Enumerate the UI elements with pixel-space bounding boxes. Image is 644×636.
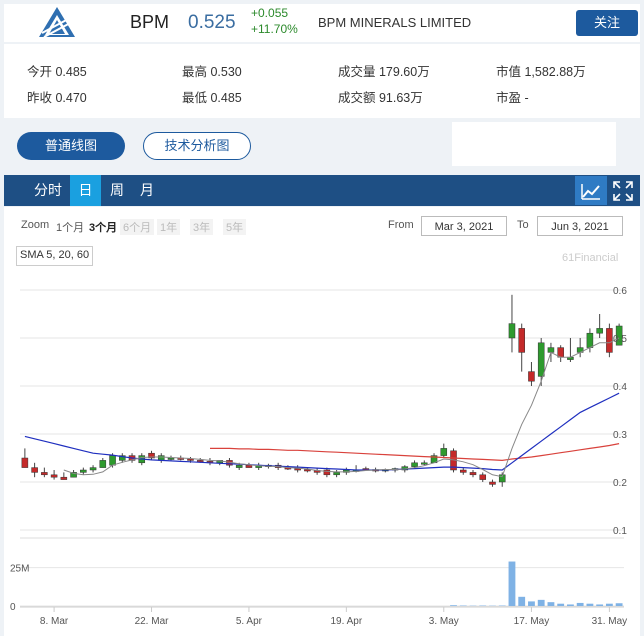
y-tick-label: 0.4 [613, 382, 627, 393]
candle-up [596, 328, 603, 334]
volume-bar [547, 602, 555, 606]
candle-up [235, 464, 243, 468]
x-tick-label: 31. May [592, 616, 628, 627]
y-tick-label: 0.6 [613, 286, 627, 297]
sma60-line [210, 443, 620, 462]
volume-bar [537, 599, 545, 606]
volume-bar [518, 596, 526, 606]
candle-down [245, 464, 253, 468]
candle-up [411, 462, 418, 467]
volume-bar [450, 605, 457, 606]
candle-down [50, 474, 58, 478]
volume-bar [596, 604, 604, 606]
y-tick-label: 0.5 [613, 334, 627, 345]
candle-up [333, 472, 340, 476]
candle-up [157, 455, 165, 461]
candle-down [469, 472, 477, 476]
y-tick-label: 0.2 [613, 478, 627, 489]
volume-tick-label: 25M [10, 564, 29, 575]
candle-down [31, 467, 38, 473]
candle-up [89, 467, 97, 471]
volume-bar [605, 603, 613, 606]
candle-up [508, 323, 516, 339]
volume-bar [567, 604, 574, 606]
x-tick-label: 17. May [514, 616, 550, 627]
volume-tick-label: 0 [10, 602, 16, 613]
x-tick-label: 19. Apr [331, 616, 363, 627]
x-tick-label: 22. Mar [135, 616, 170, 627]
candle-up [586, 332, 594, 348]
candle-down [479, 474, 487, 480]
x-tick-label: 5. Apr [236, 616, 263, 627]
candle-down [528, 371, 535, 382]
candlestick-chart: 0.6 0.5 0.4 0.3 0.2 0.1 25M 0 8. Mar 22. Mar 5. A… [10, 286, 628, 627]
x-tick-label: 3. May [429, 616, 459, 627]
candle-down [60, 476, 68, 480]
volume-bar [528, 601, 535, 606]
volume-bar [508, 561, 516, 606]
candle-up [537, 342, 545, 377]
candle-up [547, 347, 555, 353]
candle-down [489, 481, 496, 485]
candle-up [421, 462, 428, 465]
candle-down [459, 469, 467, 473]
candle-down [41, 472, 48, 476]
y-tick-label: 0.1 [613, 526, 627, 537]
candle-up [99, 460, 107, 468]
candle-down [518, 328, 525, 353]
candle-up [440, 448, 448, 456]
candle-up [80, 469, 87, 473]
volume-bar [557, 603, 565, 606]
y-tick-label: 0.3 [613, 430, 627, 441]
candle-up [109, 455, 116, 466]
x-tick-label: 8. Mar [40, 616, 69, 627]
volume-bar [586, 603, 594, 606]
candle-up [167, 457, 175, 460]
candle-down [21, 457, 29, 468]
candle-down [606, 328, 613, 353]
volume-bar [576, 602, 584, 606]
volume-bar [615, 603, 623, 606]
